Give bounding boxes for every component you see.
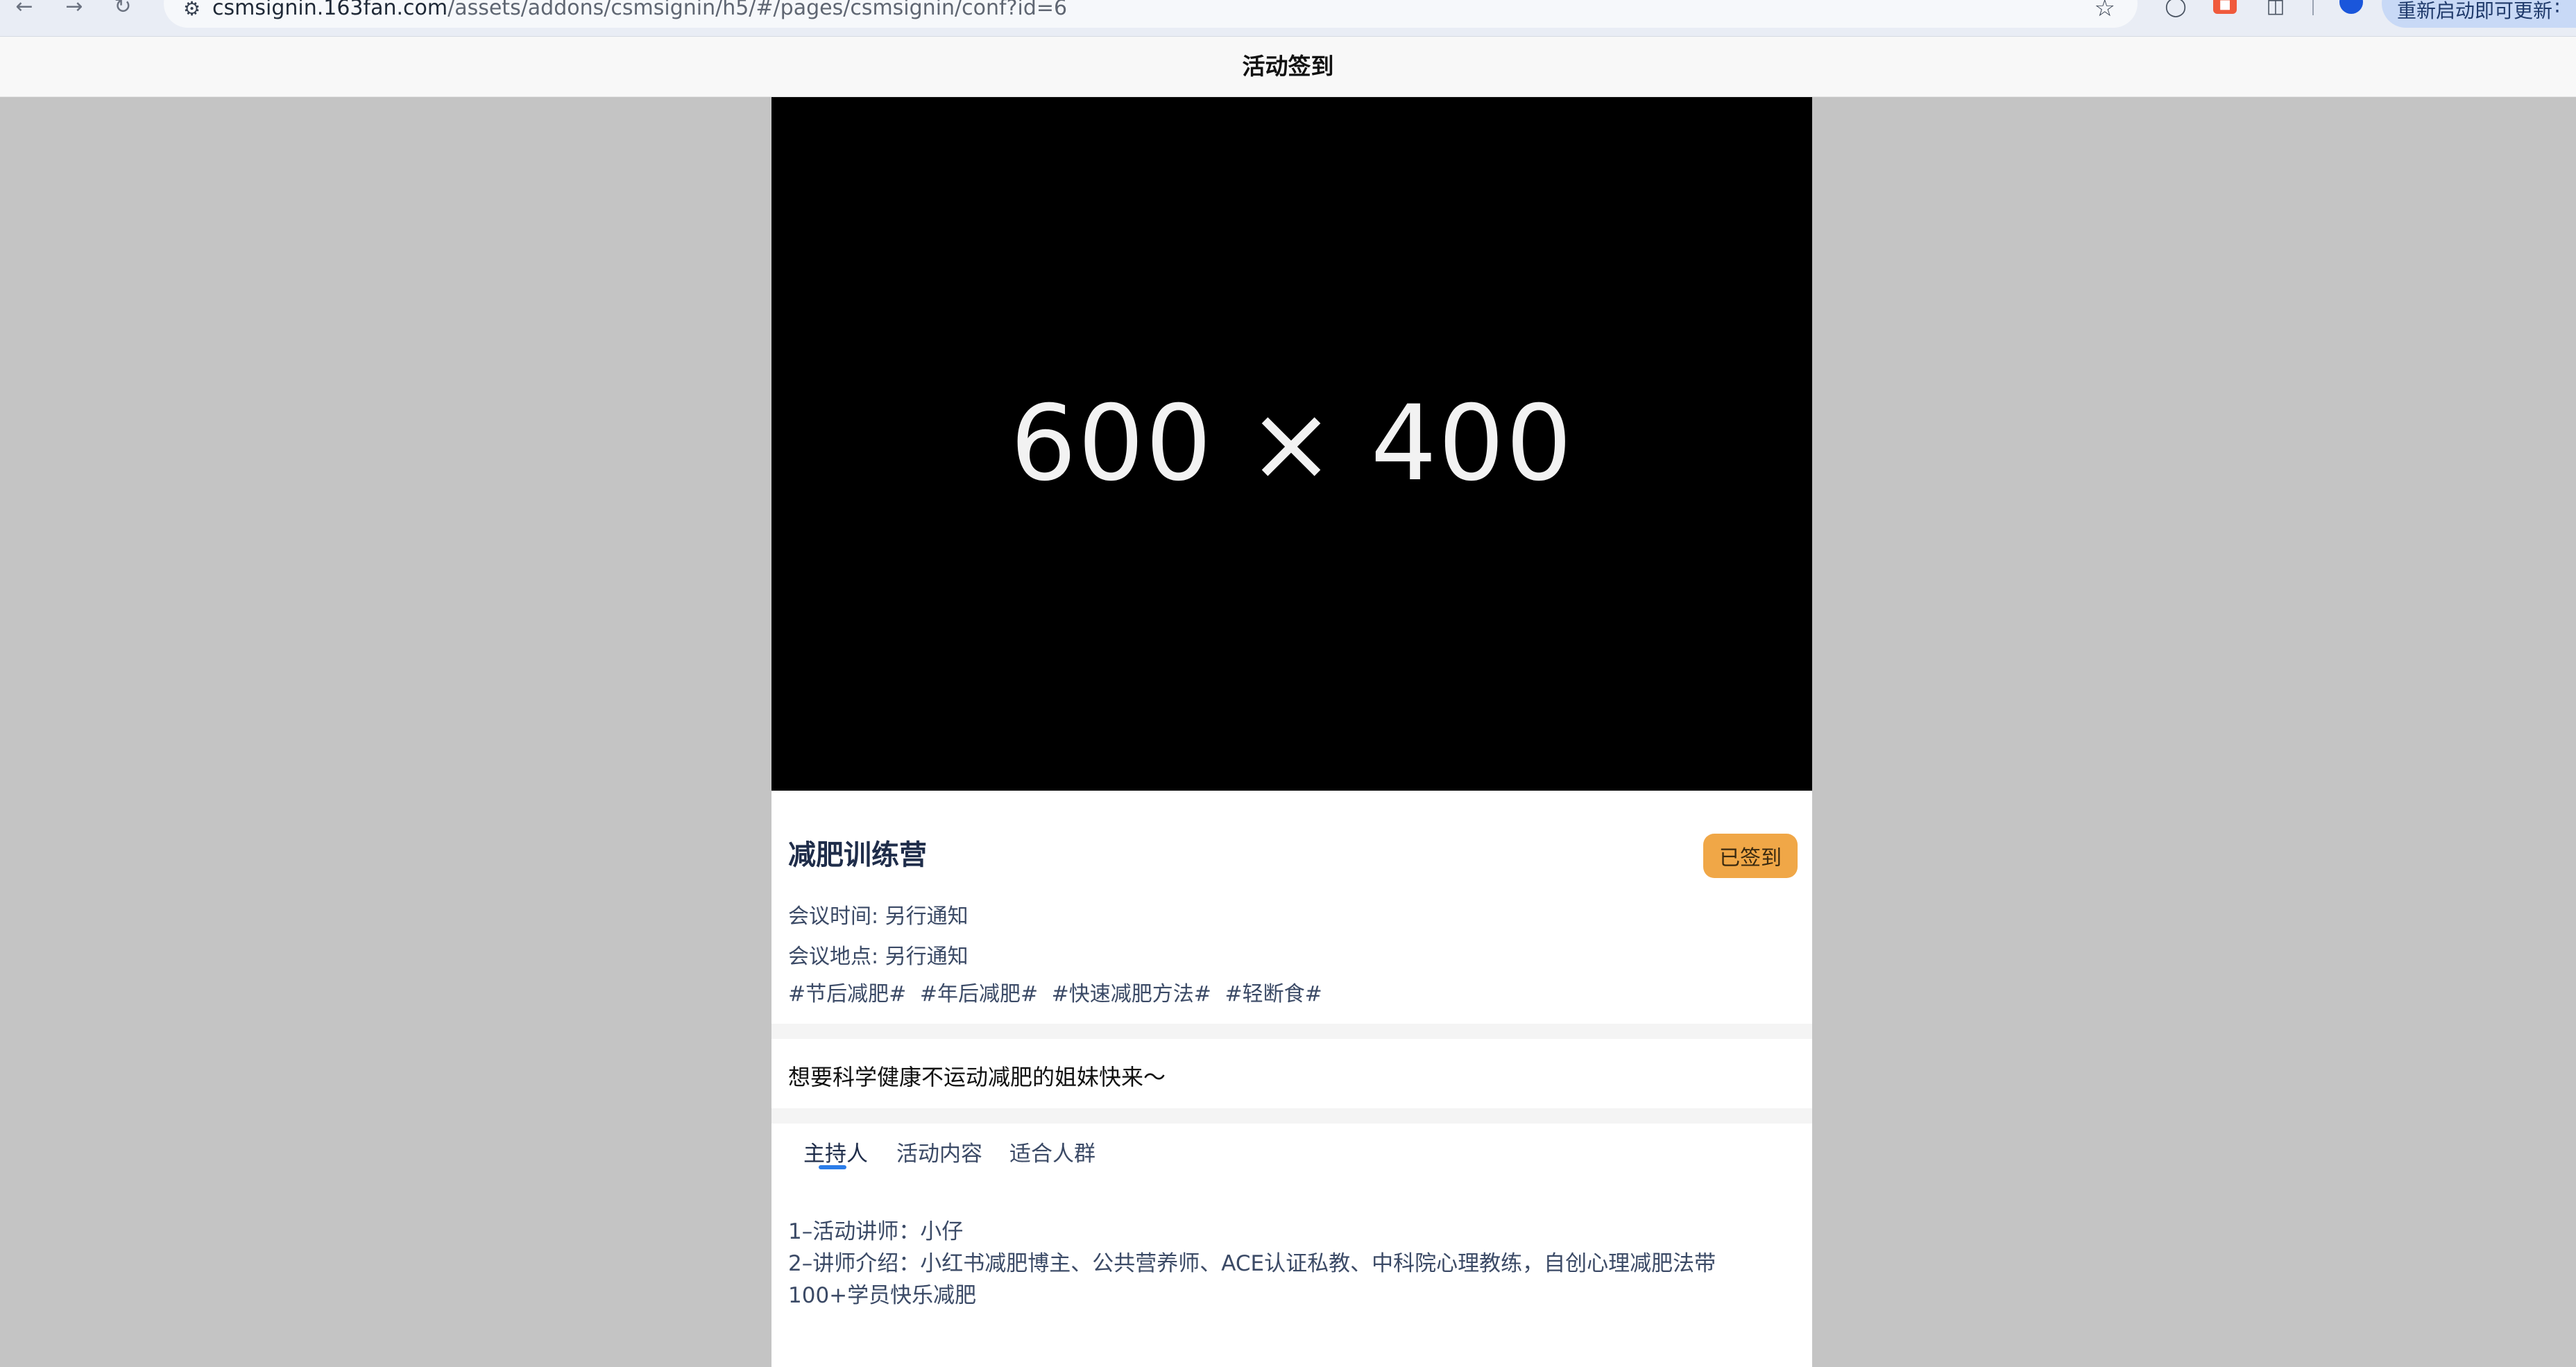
update-button[interactable]: 重新启动即可更新 ⋮ [2382,0,2576,28]
reload-icon[interactable]: ↻ [111,0,135,24]
meeting-time: 会议时间: 另行通知 [788,904,969,929]
event-page: 600 × 400 减肥训练营 已签到 会议时间: 另行通知 会议地点: 另行通… [771,97,1812,1367]
extension-icon[interactable]: ◯ [2163,0,2188,21]
tab-activity-content[interactable]: 活动内容 [896,1136,982,1167]
profile-icon[interactable] [2339,0,2363,14]
puzzle-icon[interactable]: ◫ [2263,0,2288,21]
tab-host[interactable]: 主持人 [803,1136,868,1167]
event-banner-image: 600 × 400 [771,97,1812,791]
signed-in-button[interactable]: 已签到 [1703,834,1798,878]
section-divider [771,1108,1812,1124]
tab-target-audience[interactable]: 适合人群 [1009,1136,1095,1167]
active-tab-indicator [819,1165,846,1169]
host-line-3: 100+学员快乐减肥 [788,1283,977,1308]
section-divider [771,1024,1812,1039]
tag-list: #节后减肥# #年后减肥# #快速减肥方法# #轻断食# [788,977,1329,1007]
tag-item[interactable]: #年后减肥# [920,982,1038,1006]
banner-placeholder-text: 600 × 400 [1010,384,1573,504]
event-description: 想要科学健康不运动减肥的姐妹快来～ [788,1064,1166,1090]
site-settings-icon[interactable]: ⚙ [183,0,201,20]
app-header: 活动签到 [0,37,2576,97]
update-label: 重新启动即可更新 [2397,0,2553,22]
back-icon[interactable]: ← [12,0,36,24]
meeting-location: 会议地点: 另行通知 [788,945,969,969]
event-title: 减肥训练营 [788,839,927,871]
url-text[interactable]: csmsignin.163fan.com/assets/addons/csmsi… [212,0,1067,20]
kebab-icon[interactable]: ⋮ [2547,0,2568,16]
page-title: 活动签到 [1242,53,1334,80]
address-bar[interactable]: ⚙ csmsignin.163fan.com/assets/addons/csm… [164,0,2138,28]
browser-toolbar: ← → ↻ ⚙ csmsignin.163fan.com/assets/addo… [0,0,2576,37]
detail-tabs: 主持人 活动内容 适合人群 [771,1122,1812,1178]
tag-item[interactable]: #快速减肥方法# [1052,982,1211,1006]
extension-red-icon[interactable]: ■ [2213,0,2237,14]
host-line-1: 1–活动讲师：小仔 [788,1219,964,1244]
bookmark-star-icon[interactable]: ☆ [2095,0,2115,22]
host-line-2: 2–讲师介绍：小红书减肥博主、公共营养师、ACE认证私教、中科院心理教练，自创心… [788,1251,1716,1276]
forward-icon[interactable]: → [62,0,86,24]
tag-item[interactable]: #节后减肥# [788,982,906,1006]
toolbar-divider [2312,0,2314,15]
tag-item[interactable]: #轻断食# [1225,982,1322,1006]
